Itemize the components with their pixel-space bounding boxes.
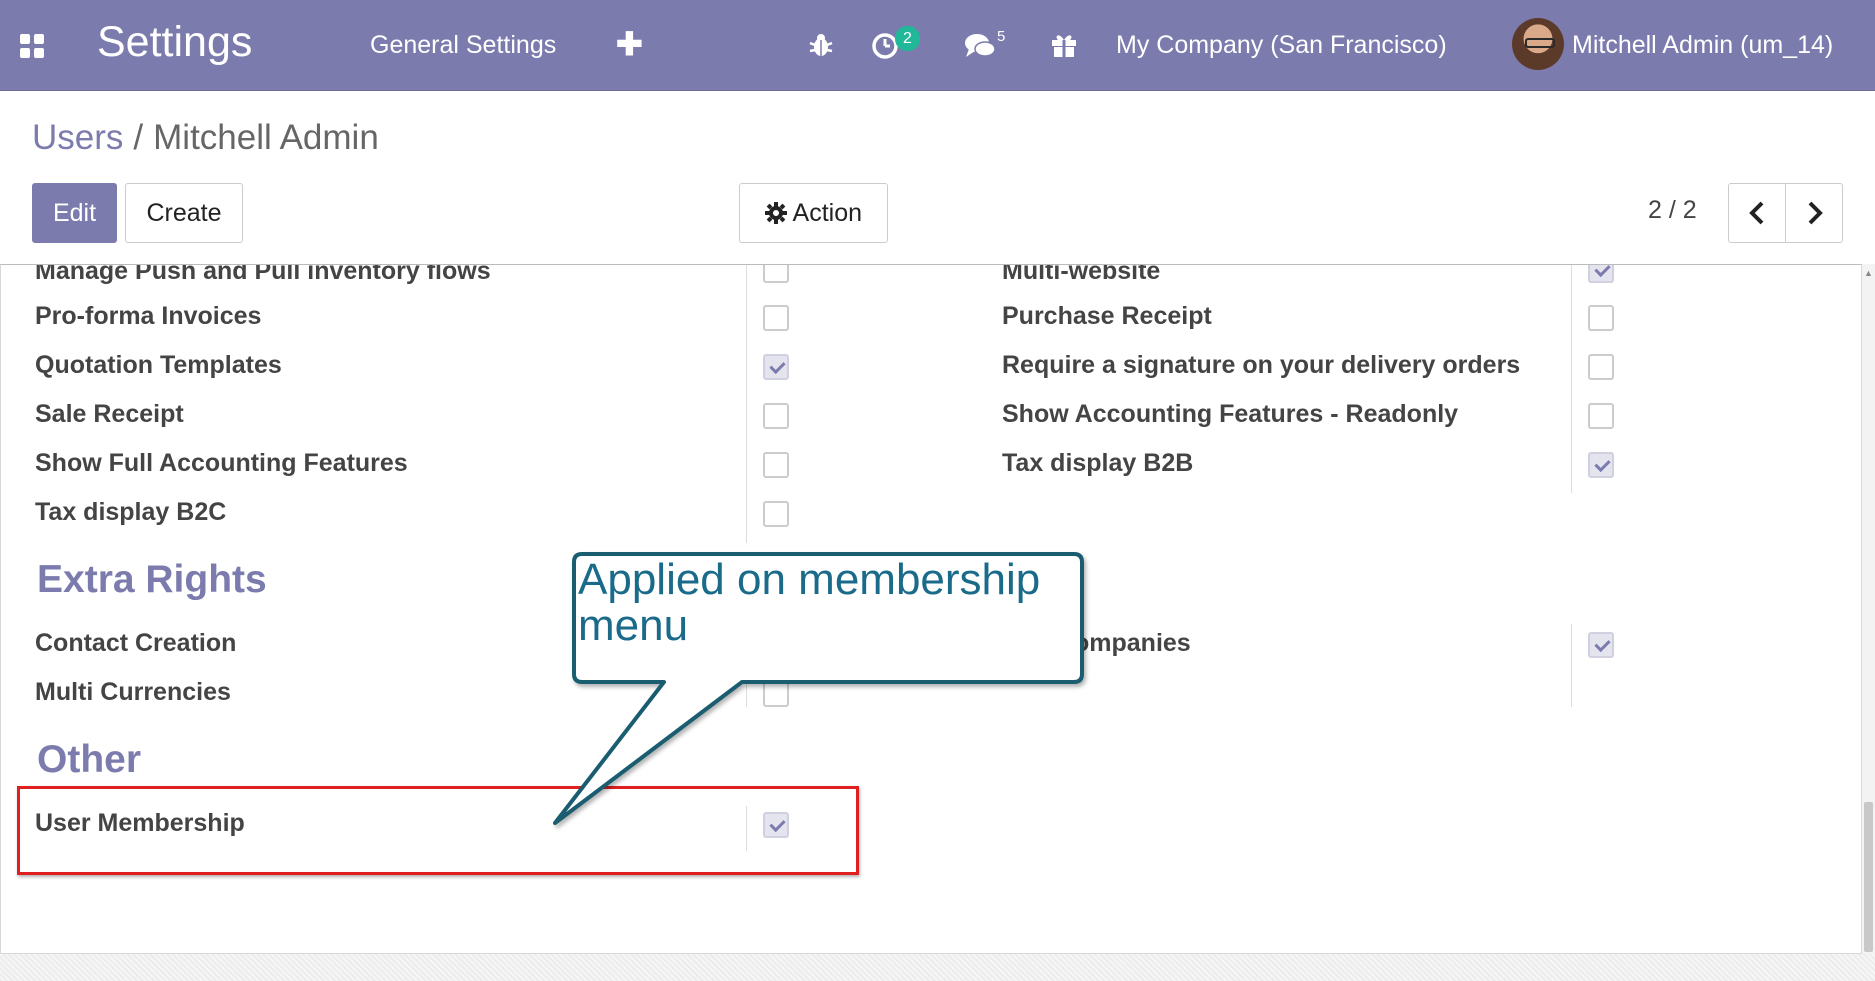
menu-general-settings[interactable]: General Settings (370, 31, 556, 60)
action-button[interactable]: Action (739, 183, 888, 243)
bottom-strip (0, 954, 1875, 981)
setting-checkbox[interactable] (763, 452, 789, 478)
chevron-left-icon (1749, 201, 1764, 225)
scrollbar-thumb[interactable] (1864, 802, 1873, 952)
company-switcher[interactable]: My Company (San Francisco) (1116, 31, 1447, 60)
gift-icon[interactable] (1049, 30, 1079, 60)
section-title-other: Other (37, 738, 142, 781)
setting-checkbox[interactable] (1588, 265, 1614, 283)
setting-checkbox[interactable] (1588, 403, 1614, 429)
setting-label: Sale Receipt (35, 400, 184, 428)
pager-buttons (1728, 183, 1843, 243)
breadcrumb-separator: / (133, 118, 144, 157)
create-button[interactable]: Create (125, 183, 243, 243)
breadcrumb: Users / Mitchell Admin (32, 118, 379, 158)
setting-checkbox[interactable] (763, 681, 789, 707)
app-title: Settings (97, 18, 253, 66)
column-divider (1571, 624, 1572, 707)
pager-value[interactable]: 2 / 2 (1648, 196, 1697, 225)
action-button-label: Action (792, 199, 863, 227)
setting-checkbox[interactable] (763, 403, 789, 429)
user-menu[interactable]: Mitchell Admin (um_14) (1572, 31, 1833, 60)
debug-bug-icon[interactable] (806, 30, 836, 60)
setting-checkbox[interactable] (1588, 632, 1614, 658)
setting-label: Pro-forma Invoices (35, 302, 262, 330)
edit-button[interactable]: Edit (32, 183, 117, 243)
setting-checkbox[interactable] (1588, 452, 1614, 478)
setting-checkbox[interactable] (763, 305, 789, 331)
setting-label: Purchase Receipt (1002, 302, 1212, 330)
messages-chat-icon[interactable] (963, 30, 997, 60)
breadcrumb-users-link[interactable]: Users (32, 118, 123, 157)
setting-label: Contact Creation (35, 629, 237, 657)
setting-label: Manage Push and Pull inventory flows (35, 264, 491, 285)
setting-label: Show Full Accounting Features (35, 449, 408, 477)
setting-label: Require a signature on your delivery ord… (1002, 351, 1521, 379)
setting-checkbox[interactable] (763, 265, 789, 283)
apps-menu-icon[interactable] (20, 34, 44, 58)
highlight-box (17, 786, 859, 875)
activity-count-badge: 2 (895, 26, 920, 51)
section-title-extra-rights: Extra Rights (37, 558, 267, 601)
setting-checkbox[interactable] (763, 501, 789, 527)
add-menu-icon[interactable]: ✚ (616, 25, 643, 63)
top-navbar: Settings General Settings ✚ 2 5 My Compa… (0, 0, 1875, 91)
setting-label: Show Accounting Features - Readonly (1002, 400, 1459, 428)
pager-previous-button[interactable] (1729, 184, 1786, 242)
setting-label: ompanies (1074, 629, 1191, 657)
callout-text: Applied on membership menu (578, 555, 1041, 650)
user-avatar[interactable] (1512, 18, 1564, 70)
setting-label: Tax display B2B (1002, 449, 1194, 477)
chevron-right-icon (1808, 201, 1823, 225)
pager-next-button[interactable] (1786, 184, 1843, 242)
setting-label: Multi Currencies (35, 678, 231, 706)
scroll-up-arrow-icon[interactable]: ▲ (1864, 268, 1873, 278)
setting-label: Quotation Templates (35, 351, 282, 379)
setting-checkbox[interactable] (763, 354, 789, 380)
setting-label: Tax display B2C (35, 498, 227, 526)
setting-checkbox[interactable] (1588, 305, 1614, 331)
setting-label: Multi-website (1002, 264, 1161, 285)
column-divider (1571, 265, 1572, 493)
gear-icon (764, 202, 787, 224)
breadcrumb-current: Mitchell Admin (153, 118, 379, 157)
messages-count-badge: 5 (997, 28, 1006, 45)
setting-checkbox[interactable] (1588, 354, 1614, 380)
column-divider (746, 265, 747, 543)
